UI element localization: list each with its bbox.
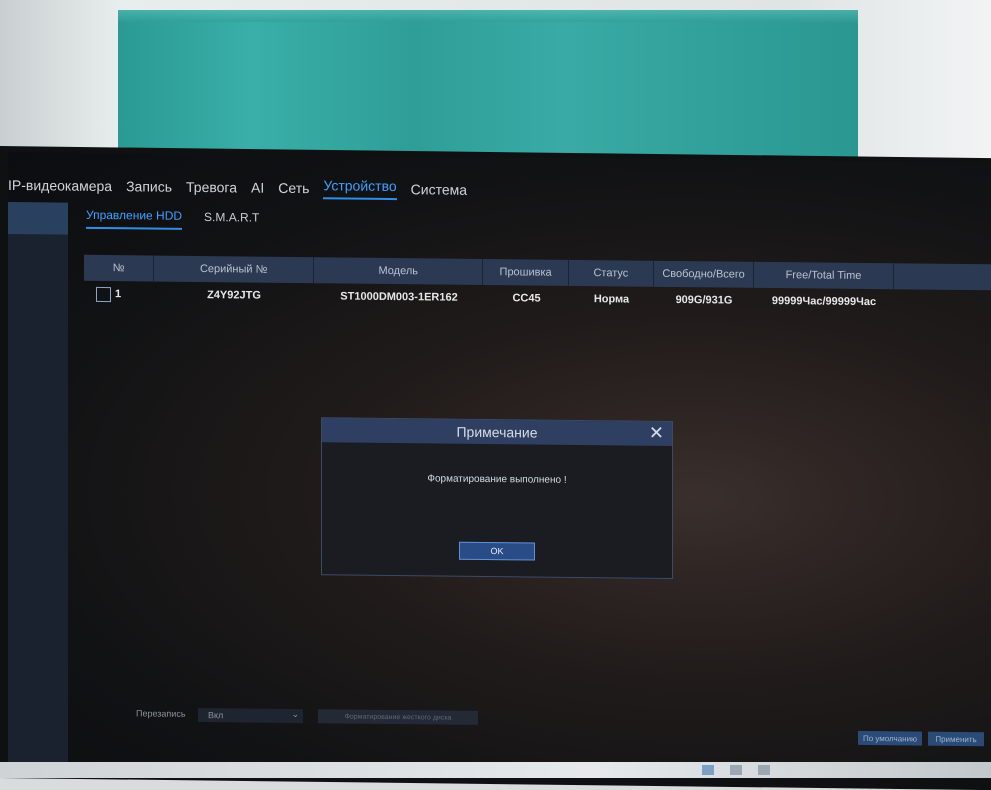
tab-record[interactable]: Запись	[126, 178, 172, 194]
row-no: 1	[115, 288, 122, 301]
header-serial: Серийный №	[154, 255, 314, 284]
overwrite-label: Перезапись	[136, 708, 186, 719]
overwrite-value: Вкл	[208, 710, 224, 721]
row-status: Норма	[593, 293, 630, 306]
dialog-title: Примечание	[456, 423, 538, 441]
bottom-controls: Перезапись Вкл ⌄ Форматирование жесткого…	[128, 705, 988, 747]
header-model: Модель	[313, 257, 484, 285]
dialog-message: Форматирование выполнено !	[427, 473, 567, 486]
ok-button[interactable]: OK	[459, 541, 535, 561]
header-free-total: Свободно/Всего	[653, 260, 755, 288]
notice-dialog: Примечание ✕ Форматирование выполнено ! …	[321, 417, 673, 579]
tab-ai[interactable]: AI	[251, 180, 264, 196]
monitor-screen: IP-видеокамера Запись Тревога AI Сеть Ус…	[8, 152, 991, 779]
header-empty	[893, 263, 991, 291]
row-free-total-time: 99999Час/99999Час	[771, 294, 877, 309]
header-free-total-time: Free/Total Time	[754, 261, 894, 290]
taskbar-app-icon[interactable]	[702, 765, 714, 775]
taskbar-app-icon[interactable]	[730, 765, 742, 775]
close-icon[interactable]: ✕	[649, 423, 664, 444]
row-free-total: 909G/931G	[675, 293, 733, 307]
hdd-table: № Серийный № Модель Прошивка Статус Своб…	[84, 254, 991, 317]
tab-hdd-management[interactable]: Управление HDD	[86, 207, 183, 230]
format-hdd-button[interactable]: Форматирование жесткого диска	[318, 709, 478, 725]
tab-smart[interactable]: S.M.A.R.T	[204, 210, 259, 230]
row-firmware: CC45	[512, 292, 541, 305]
overwrite-select[interactable]: Вкл ⌄	[198, 707, 303, 724]
taskbar-app-icon[interactable]	[758, 765, 770, 775]
tab-device[interactable]: Устройство	[323, 177, 397, 201]
taskbar	[0, 762, 991, 778]
dialog-titlebar: Примечание ✕	[322, 418, 672, 446]
row-no-cell: 1	[84, 281, 154, 308]
row-model: ST1000DM003-1ER162	[340, 290, 458, 304]
sidebar	[8, 202, 68, 763]
tab-network[interactable]: Сеть	[278, 180, 309, 196]
header-no: №	[84, 254, 155, 282]
tab-alarm[interactable]: Тревога	[186, 179, 237, 196]
apply-button[interactable]: Применить	[928, 731, 984, 747]
tab-system[interactable]: Система	[411, 181, 467, 198]
top-nav: IP-видеокамера Запись Тревога AI Сеть Ус…	[8, 170, 481, 205]
sub-tabs: Управление HDD S.M.A.R.T	[86, 205, 281, 233]
chevron-down-icon: ⌄	[291, 708, 299, 720]
row-checkbox[interactable]	[96, 286, 111, 302]
header-status: Статус	[568, 259, 654, 287]
window-blind	[118, 10, 858, 162]
header-firmware: Прошивка	[483, 258, 569, 286]
default-button[interactable]: По умолчанию	[858, 730, 922, 746]
sidebar-item-selected[interactable]	[8, 202, 68, 235]
tab-ip-camera[interactable]: IP-видеокамера	[8, 177, 112, 194]
row-serial: Z4Y92JTG	[207, 289, 261, 302]
